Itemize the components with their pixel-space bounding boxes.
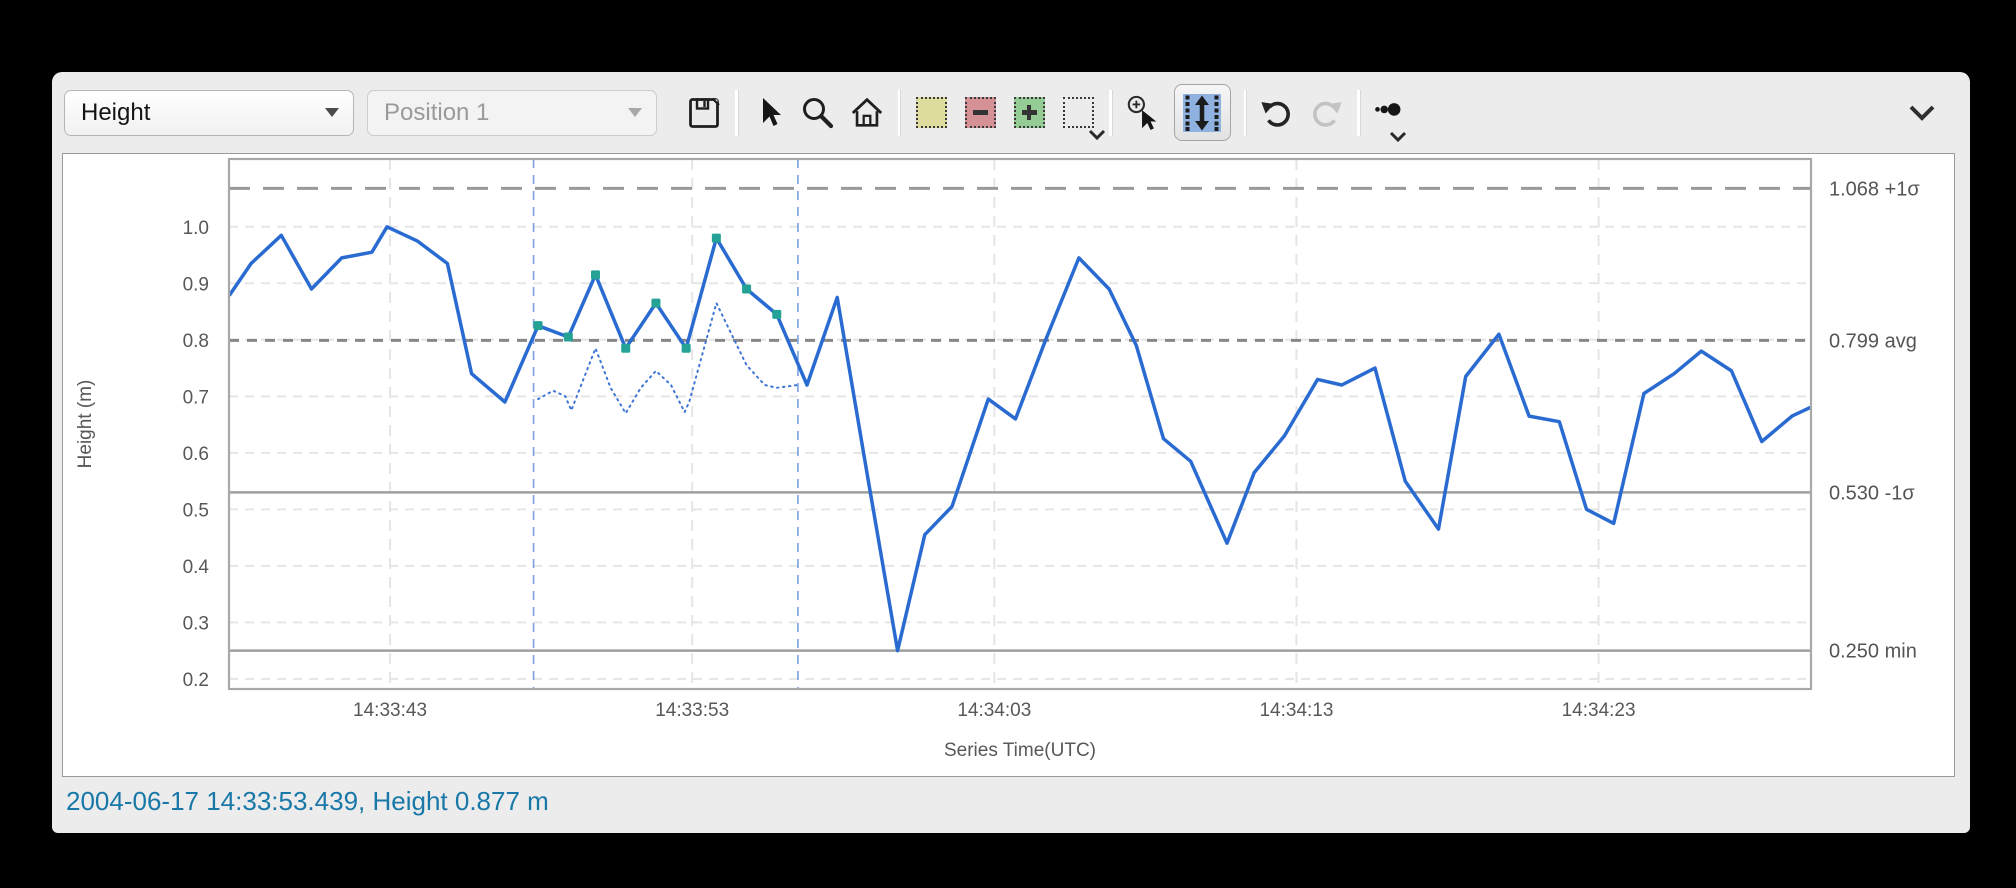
svg-text:14:33:53: 14:33:53 [655,700,729,721]
select-box-menu-icon [1062,97,1094,128]
svg-text:0.2: 0.2 [183,670,209,691]
svg-text:0.3: 0.3 [183,613,209,634]
toolbar-separator [897,89,900,136]
cursor-arrow-icon [762,97,781,126]
svg-text:14:34:03: 14:34:03 [957,700,1031,721]
plus-icon [1021,105,1037,120]
home-view-button[interactable] [849,95,885,131]
y-axis-zoom-toggle[interactable] [1173,84,1231,141]
zoom-in-cursor-icon [1127,95,1156,130]
chevron-down-icon [325,108,339,117]
select-region-icon [915,97,947,128]
chart-canvas[interactable]: 0.2 0.3 0.4 0.5 0.6 0.7 0.8 0.9 1.0 14:33:43 14:33… [62,153,1955,777]
svg-text:0.4: 0.4 [183,557,210,578]
zoom-tool-button[interactable] [800,95,836,131]
svg-text:0.530 -1σ: 0.530 -1σ [1829,482,1915,504]
point-size-menu-button[interactable] [1373,95,1409,142]
position-selector-dropdown: Position 1 [367,89,657,136]
svg-text:14:33:43: 14:33:43 [353,700,427,721]
svg-text:0.6: 0.6 [183,444,209,465]
svg-text:1.0: 1.0 [183,218,209,239]
svg-text:0.799 avg: 0.799 avg [1829,330,1917,352]
subtract-region-icon [964,97,996,128]
plot-window: Height Position 1 0.2 0.3 0.4 0.5 0.6 0.… [52,72,1970,833]
svg-text:14:34:13: 14:34:13 [1259,700,1333,721]
toolbar-separator [735,89,738,136]
pointer-tool-button[interactable] [751,95,787,131]
selection-mode-menu-button[interactable] [1060,95,1106,140]
svg-text:0.250 min: 0.250 min [1829,641,1917,663]
chevron-down-icon [628,108,642,117]
svg-text:0.5: 0.5 [183,500,209,521]
svg-text:Series Time(UTC): Series Time(UTC) [944,740,1096,761]
svg-text:0.8: 0.8 [183,331,209,352]
add-region-button[interactable] [1011,95,1047,131]
undo-button[interactable] [1259,95,1295,131]
svg-text:1.068 +1σ: 1.068 +1σ [1829,178,1920,200]
toolbar-separator [1357,89,1360,136]
point-size-menu-icon [1374,102,1400,116]
chevron-down-icon [1088,129,1106,140]
series-selector-dropdown[interactable]: Height [64,89,354,136]
subtract-region-button[interactable] [962,95,998,131]
select-region-button[interactable] [913,95,949,131]
toolbar: Height Position 1 [52,72,1970,153]
add-region-icon [1013,97,1045,128]
redo-button [1308,95,1344,131]
save-icon [689,97,720,128]
series-selector-value: Height [81,98,151,126]
zoom-magnifier-icon [802,97,833,128]
home-icon [851,97,882,127]
svg-text:Height (m): Height (m) [75,380,96,469]
position-selector-value: Position 1 [384,98,490,126]
save-button[interactable] [686,95,722,131]
undo-icon [1261,101,1290,127]
chevron-down-icon [1389,131,1406,142]
svg-text:0.9: 0.9 [183,274,209,295]
zoom-in-select-button[interactable] [1125,95,1161,131]
toolbar-separator [1109,89,1112,136]
redo-icon [1313,101,1342,127]
minus-icon [972,110,988,115]
height-timeseries-chart[interactable]: 0.2 0.3 0.4 0.5 0.6 0.7 0.8 0.9 1.0 14:33:43 14:33… [63,154,1953,775]
status-readout: 2004-06-17 14:33:53.439, Height 0.877 m [66,786,549,816]
toolbar-separator [1243,89,1246,136]
svg-text:0.7: 0.7 [183,387,209,408]
collapse-panel-button[interactable] [1904,95,1940,131]
svg-text:14:34:23: 14:34:23 [1562,700,1636,721]
y-axis-zoom-icon [1183,93,1221,132]
collapse-chevron-icon [1909,105,1935,121]
